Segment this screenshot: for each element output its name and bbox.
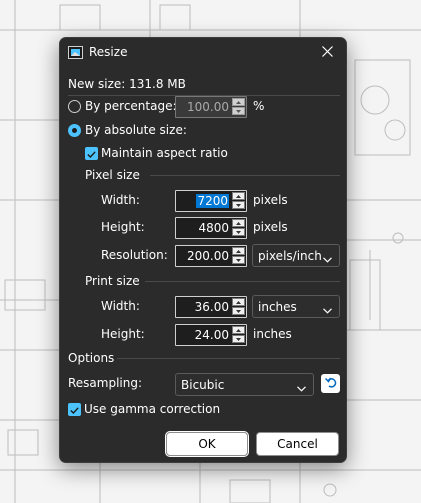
reset-icon	[324, 377, 337, 391]
divider	[117, 358, 340, 359]
spin-down-icon[interactable]	[232, 335, 245, 343]
print-width-value: 36.00	[194, 300, 229, 314]
close-button[interactable]	[312, 41, 342, 65]
spin-up-icon[interactable]	[232, 192, 245, 200]
print-height-unit: inches	[253, 327, 292, 341]
pixel-height-label: Height:	[101, 220, 145, 234]
print-size-heading: Print size	[85, 274, 140, 288]
print-height-value: 24.00	[194, 328, 229, 342]
title-bar: Resize	[60, 38, 346, 68]
reset-resampling-button[interactable]	[321, 374, 340, 393]
print-width-label: Width:	[101, 299, 140, 313]
spin-down-icon[interactable]	[232, 228, 245, 236]
resampling-label: Resampling:	[68, 376, 143, 390]
pixel-width-value: 7200	[196, 194, 229, 208]
maintain-aspect-label: Maintain aspect ratio	[101, 146, 228, 160]
by-absolute-size-radio[interactable]	[68, 124, 81, 137]
spin-down-icon[interactable]	[232, 256, 245, 264]
spin-up-icon[interactable]	[232, 98, 245, 106]
image-resize-icon	[68, 46, 83, 59]
by-percentage-radio[interactable]	[68, 100, 81, 113]
percentage-unit: %	[253, 99, 265, 113]
pixel-height-unit: pixels	[253, 220, 288, 234]
pixel-width-label: Width:	[101, 193, 140, 207]
divider	[145, 281, 340, 282]
close-icon	[321, 46, 333, 60]
pixel-height-stepper[interactable]: 4800	[175, 217, 247, 239]
pixel-width-stepper[interactable]: 7200	[175, 190, 247, 212]
by-percentage-label: By percentage:	[85, 99, 177, 113]
print-unit-value: inches	[258, 300, 297, 314]
chevron-down-icon	[323, 252, 332, 266]
spin-up-icon[interactable]	[232, 326, 245, 334]
percentage-value: 100.00	[187, 100, 229, 114]
resolution-unit-select[interactable]: pixels/inch	[252, 244, 340, 267]
chevron-down-icon	[323, 303, 332, 317]
print-unit-select[interactable]: inches	[252, 295, 340, 318]
dialog-title: Resize	[89, 45, 128, 59]
percentage-stepper[interactable]: 100.00	[175, 96, 247, 118]
print-height-stepper[interactable]: 24.00	[175, 324, 247, 346]
spin-down-icon[interactable]	[232, 307, 245, 315]
resize-dialog: Resize New size: 131.8 MB By percentage:…	[59, 37, 347, 463]
pixel-height-value: 4800	[198, 221, 229, 235]
checkmark-icon	[87, 147, 96, 161]
spin-down-icon[interactable]	[232, 201, 245, 209]
pixel-width-unit: pixels	[253, 193, 288, 207]
maintain-aspect-checkbox[interactable]	[85, 147, 98, 160]
pixel-size-heading: Pixel size	[85, 168, 140, 182]
resolution-unit-value: pixels/inch	[258, 249, 322, 263]
spin-up-icon[interactable]	[232, 219, 245, 227]
by-absolute-size-label: By absolute size:	[85, 123, 187, 137]
chevron-down-icon	[297, 381, 306, 395]
new-size-label: New size: 131.8 MB	[68, 77, 186, 91]
gamma-correction-checkbox[interactable]	[68, 403, 81, 416]
resolution-label: Resolution:	[101, 248, 168, 262]
gamma-correction-label: Use gamma correction	[84, 402, 221, 416]
resampling-select[interactable]: Bicubic	[175, 373, 314, 396]
resampling-value: Bicubic	[181, 378, 225, 392]
checkmark-icon	[70, 403, 79, 417]
print-height-label: Height:	[101, 327, 145, 341]
divider	[150, 175, 340, 176]
print-width-stepper[interactable]: 36.00	[175, 296, 247, 318]
resolution-stepper[interactable]: 200.00	[175, 245, 247, 267]
spin-down-icon[interactable]	[232, 107, 245, 115]
spin-up-icon[interactable]	[232, 298, 245, 306]
options-heading: Options	[68, 351, 115, 365]
spin-up-icon[interactable]	[232, 247, 245, 255]
ok-button[interactable]: OK	[165, 431, 249, 457]
resolution-value: 200.00	[187, 249, 229, 263]
cancel-button[interactable]: Cancel	[256, 432, 339, 456]
